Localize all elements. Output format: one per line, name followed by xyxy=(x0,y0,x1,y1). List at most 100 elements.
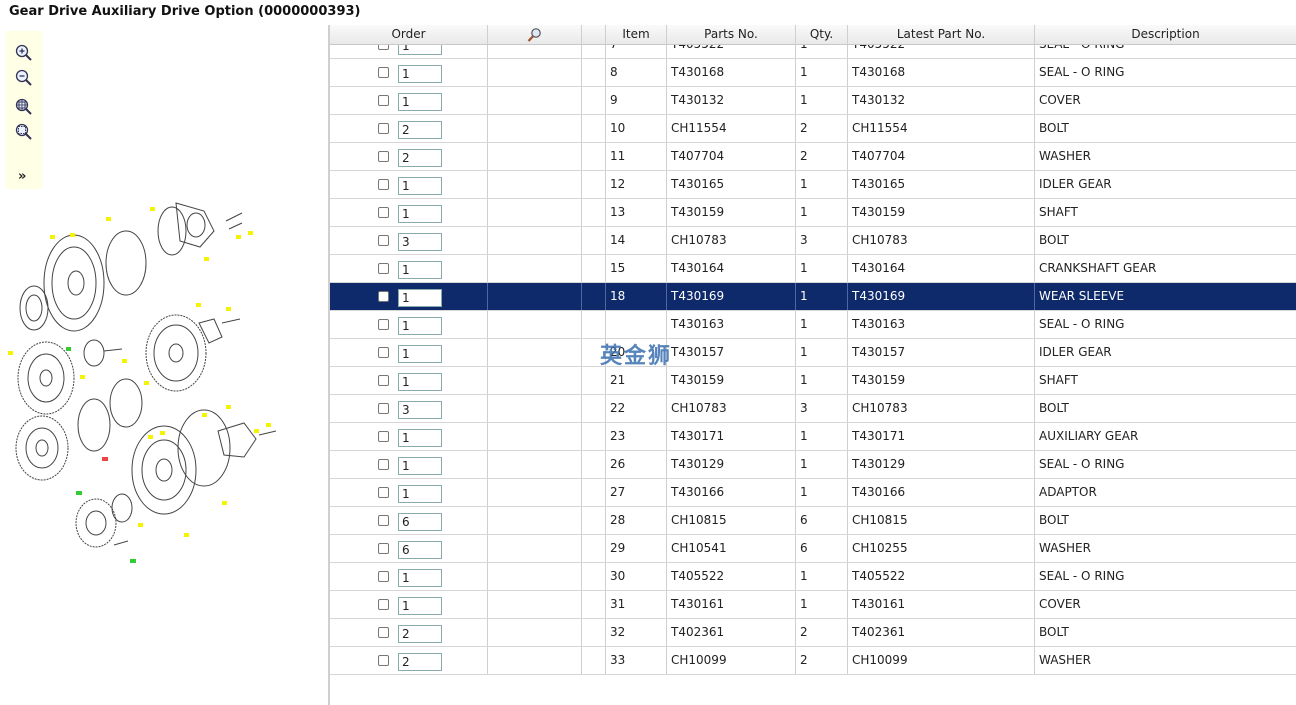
order-quantity-input[interactable]: 2 xyxy=(398,625,442,643)
spacer-cell xyxy=(582,395,606,422)
zoom-area-icon[interactable] xyxy=(14,97,34,117)
row-checkbox[interactable] xyxy=(378,207,389,218)
header-search[interactable] xyxy=(488,25,582,44)
row-checkbox[interactable] xyxy=(378,67,389,78)
table-row[interactable]: 1i8T4301681T430168SEAL - O RING xyxy=(330,59,1296,87)
row-checkbox[interactable] xyxy=(378,403,389,414)
header-description[interactable]: Description xyxy=(1035,25,1296,44)
row-checkbox[interactable] xyxy=(378,123,389,134)
table-row[interactable]: 3i14CH107833CH10783BOLT xyxy=(330,227,1296,255)
table-row[interactable]: 1i15T4301641T430164CRANKSHAFT GEAR xyxy=(330,255,1296,283)
spacer-cell xyxy=(582,563,606,590)
order-quantity-input[interactable]: 1 xyxy=(398,93,442,111)
latest-part-no-cell: CH11554 xyxy=(848,115,1035,142)
table-row[interactable]: 3i22CH107833CH10783BOLT xyxy=(330,395,1296,423)
row-checkbox[interactable] xyxy=(378,291,389,302)
table-row-selected[interactable]: 1i18T4301691T430169WEAR SLEEVE xyxy=(330,283,1296,311)
header-latest-part-no[interactable]: Latest Part No. xyxy=(848,25,1035,44)
row-checkbox[interactable] xyxy=(378,319,389,330)
table-row[interactable]: 1i26T4301291T430129SEAL - O RING xyxy=(330,451,1296,479)
table-row[interactable]: 2i10CH115542CH11554BOLT xyxy=(330,115,1296,143)
row-checkbox[interactable] xyxy=(378,655,389,666)
order-cell: 1 xyxy=(330,591,488,618)
qty-cell: 1 xyxy=(796,255,848,282)
order-quantity-input[interactable]: 2 xyxy=(398,149,442,167)
zoom-fit-icon[interactable] xyxy=(14,122,34,142)
table-row[interactable]: 1i12T4301651T430165IDLER GEAR xyxy=(330,171,1296,199)
order-quantity-input[interactable]: 2 xyxy=(398,121,442,139)
table-row[interactable]: 2i32T4023612T402361BOLT xyxy=(330,619,1296,647)
row-checkbox[interactable] xyxy=(378,95,389,106)
order-quantity-input[interactable]: 1 xyxy=(398,289,442,307)
row-checkbox[interactable] xyxy=(378,515,389,526)
row-checkbox[interactable] xyxy=(378,347,389,358)
order-quantity-input[interactable]: 2 xyxy=(398,653,442,671)
table-row[interactable]: 1i13T4301591T430159SHAFT xyxy=(330,199,1296,227)
order-quantity-input[interactable]: 1 xyxy=(398,569,442,587)
header-parts-no[interactable]: Parts No. xyxy=(667,25,796,44)
header-item[interactable]: Item xyxy=(606,25,667,44)
row-checkbox[interactable] xyxy=(378,543,389,554)
row-checkbox[interactable] xyxy=(378,487,389,498)
order-quantity-input[interactable]: 6 xyxy=(398,541,442,559)
order-quantity-input[interactable]: 1 xyxy=(398,457,442,475)
qty-cell: 1 xyxy=(796,199,848,226)
exploded-parts-diagram[interactable] xyxy=(4,173,304,573)
table-row[interactable]: 1i23T4301711T430171AUXILIARY GEAR xyxy=(330,423,1296,451)
order-quantity-input[interactable]: 1 xyxy=(398,205,442,223)
table-row[interactable]: 6i28CH108156CH10815BOLT xyxy=(330,507,1296,535)
parts-no-cell: T430168 xyxy=(667,59,796,86)
diagram-pane: » xyxy=(0,25,328,705)
order-quantity-input[interactable]: 1 xyxy=(398,65,442,83)
order-quantity-input[interactable]: 3 xyxy=(398,233,442,251)
table-row[interactable]: 1i31T4301611T430161COVER xyxy=(330,591,1296,619)
spacer-cell xyxy=(582,479,606,506)
zoom-in-icon[interactable] xyxy=(14,43,34,63)
order-quantity-input[interactable]: 1 xyxy=(398,177,442,195)
row-checkbox[interactable] xyxy=(378,599,389,610)
zoom-out-icon[interactable] xyxy=(14,68,34,88)
order-quantity-input[interactable]: 1 xyxy=(398,485,442,503)
row-checkbox[interactable] xyxy=(378,431,389,442)
order-quantity-input[interactable]: 6 xyxy=(398,513,442,531)
row-checkbox[interactable] xyxy=(378,263,389,274)
table-row[interactable]: 1i27T4301661T430166ADAPTOR xyxy=(330,479,1296,507)
order-quantity-input[interactable]: 1 xyxy=(398,597,442,615)
table-row[interactable]: 1iT4301631T430163SEAL - O RING xyxy=(330,311,1296,339)
order-quantity-input[interactable]: 1 xyxy=(398,373,442,391)
order-quantity-input[interactable]: 1 xyxy=(398,317,442,335)
item-cell: 33 xyxy=(606,647,667,674)
row-checkbox[interactable] xyxy=(378,375,389,386)
item-cell: 15 xyxy=(606,255,667,282)
table-row[interactable]: 2i33CH100992CH10099WASHER xyxy=(330,647,1296,675)
row-checkbox[interactable] xyxy=(378,179,389,190)
spacer-cell xyxy=(582,171,606,198)
row-checkbox[interactable] xyxy=(378,151,389,162)
table-row[interactable]: 2i11T4077042T407704WASHER xyxy=(330,143,1296,171)
description-cell: SEAL - O RING xyxy=(1039,569,1125,583)
search-icon[interactable] xyxy=(527,27,543,43)
order-quantity-input[interactable]: 3 xyxy=(398,401,442,419)
table-row[interactable]: 1i20T4301571T430157IDLER GEAR xyxy=(330,339,1296,367)
actions-cell: i xyxy=(488,311,582,338)
order-quantity-input[interactable]: 1 xyxy=(398,345,442,363)
table-row[interactable]: 1i21T4301591T430159SHAFT xyxy=(330,367,1296,395)
table-row[interactable]: 6i29CH105416CH10255WASHER xyxy=(330,535,1296,563)
qty-cell: 2 xyxy=(796,143,848,170)
header-qty[interactable]: Qty. xyxy=(796,25,848,44)
qty-cell: 1 xyxy=(796,367,848,394)
latest-part-no-cell: T430161 xyxy=(848,591,1035,618)
table-row[interactable]: 1i9T4301321T430132COVER xyxy=(330,87,1296,115)
row-checkbox[interactable] xyxy=(378,627,389,638)
order-quantity-input[interactable]: 1 xyxy=(398,429,442,447)
description-cell: SHAFT xyxy=(1039,205,1078,219)
spacer-cell xyxy=(582,367,606,394)
header-order[interactable]: Order xyxy=(330,25,488,44)
row-checkbox[interactable] xyxy=(378,459,389,470)
table-row[interactable]: 1i30T4055221T405522SEAL - O RING xyxy=(330,563,1296,591)
row-checkbox[interactable] xyxy=(378,571,389,582)
parts-no-cell: CH10541 xyxy=(667,535,796,562)
row-checkbox[interactable] xyxy=(378,235,389,246)
actions-cell: i xyxy=(488,87,582,114)
order-quantity-input[interactable]: 1 xyxy=(398,261,442,279)
